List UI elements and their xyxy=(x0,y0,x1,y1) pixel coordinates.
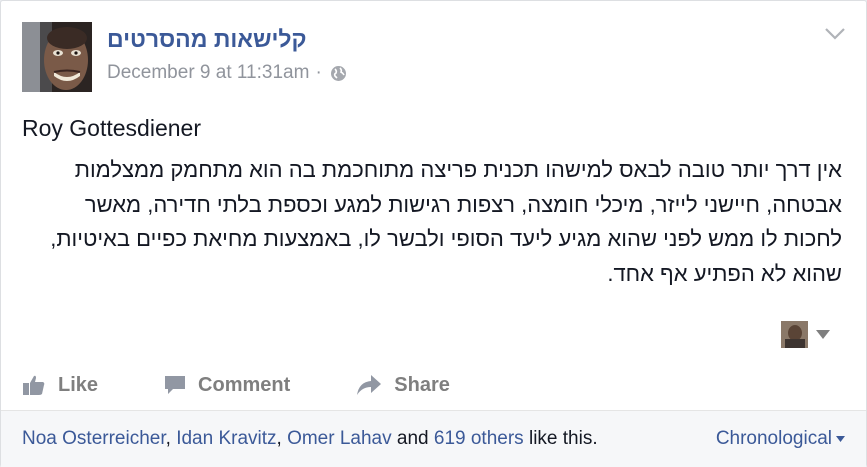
share-icon xyxy=(357,375,382,395)
sort-dropdown[interactable]: Chronological xyxy=(716,428,845,450)
comment-button[interactable]: Comment xyxy=(164,374,290,397)
share-button[interactable]: Share xyxy=(356,374,450,397)
comment-label: Comment xyxy=(198,373,291,396)
page-avatar[interactable] xyxy=(22,22,92,92)
post-body-line: שהוא לא הפתיע אף אחד. xyxy=(607,260,842,286)
sort-label: Chronological xyxy=(715,428,832,449)
caret-down-icon xyxy=(816,330,830,339)
like-label: Like xyxy=(58,373,99,396)
post-card: קלישאות מהסרטים December 9 at 11:31am · … xyxy=(0,0,867,467)
post-timestamp[interactable]: December 9 at 11:31am xyxy=(107,62,309,84)
others-link[interactable]: 619 others xyxy=(434,428,524,449)
liker-link[interactable]: Noa Osterreicher xyxy=(22,428,166,449)
share-label: Share xyxy=(394,373,450,396)
like-button[interactable]: Like xyxy=(22,374,98,397)
viewer-avatar xyxy=(781,321,808,348)
thumbs-up-icon xyxy=(23,375,45,395)
post-body-line: אבטחה, חיישני לייזר, מיכלי חומצה, רצפות … xyxy=(84,191,842,217)
meta-separator: · xyxy=(315,62,322,83)
like-this-text: like this. xyxy=(528,428,598,449)
globe-icon[interactable] xyxy=(330,65,347,82)
liker-link[interactable]: Omer Lahav xyxy=(287,428,392,449)
chevron-down-icon[interactable] xyxy=(824,26,846,42)
action-bar: Like Comment Share xyxy=(1,363,866,407)
page-name[interactable]: קלישאות מהסרטים xyxy=(107,26,307,53)
post-body: אין דרך יותר טובה לבאס למישהו תכנית פריצ… xyxy=(22,153,842,291)
post-body-line: לחכות לו ממש לפני שהוא מגיע ליעד הסופי ו… xyxy=(50,226,842,251)
and-text: and xyxy=(396,428,429,449)
liker-link[interactable]: Idan Kravitz xyxy=(176,428,276,449)
post-meta: December 9 at 11:31am · xyxy=(107,62,347,84)
comment-icon xyxy=(165,376,186,394)
caret-down-icon xyxy=(836,436,845,442)
post-author: Roy Gottesdiener xyxy=(22,115,201,141)
likes-summary: Noa Osterreicher, Idan Kravitz, Omer Lah… xyxy=(22,428,598,449)
likes-bar: Noa Osterreicher, Idan Kravitz, Omer Lah… xyxy=(1,410,866,467)
post-body-line: אין דרך יותר טובה לבאס למישהו תכנית פריצ… xyxy=(74,157,842,182)
viewer-selector[interactable] xyxy=(781,321,830,348)
